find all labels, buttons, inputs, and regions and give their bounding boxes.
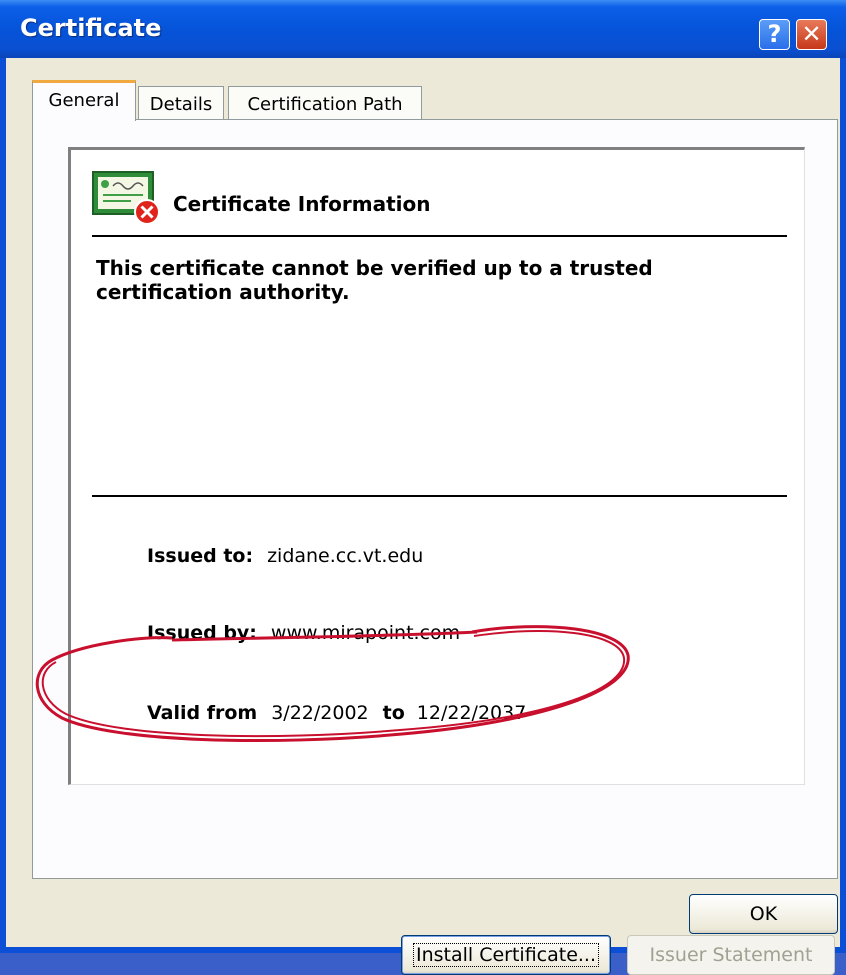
title-bar[interactable]: Certificate ? ✕ [0, 0, 846, 58]
certificate-error-icon [92, 171, 160, 225]
install-certificate-button[interactable]: Install Certificate... [401, 935, 611, 975]
install-certificate-label: Install Certificate... [412, 943, 600, 967]
certificate-information-heading: Certificate Information [173, 192, 431, 216]
certificate-dialog: Certificate ? ✕ General Details Certific… [0, 0, 846, 975]
divider [92, 495, 787, 497]
valid-to-label: to [382, 702, 405, 724]
valid-from-value: 3/22/2002 [271, 702, 369, 724]
valid-from-label: Valid from [147, 702, 258, 724]
valid-to-value: 12/22/2037 [416, 702, 527, 724]
close-button[interactable]: ✕ [796, 19, 827, 50]
issued-by-row: Issued by: www.mirapoint.com [147, 622, 460, 644]
issued-by-value: www.mirapoint.com [270, 622, 461, 644]
ok-button[interactable]: OK [689, 894, 838, 934]
issued-to-row: Issued to: zidane.cc.vt.edu [147, 545, 423, 567]
certificate-info-box: Certificate Information This certificate… [68, 147, 805, 785]
tab-general[interactable]: General [32, 80, 136, 121]
tab-certification-path[interactable]: Certification Path [228, 86, 422, 120]
issued-to-label: Issued to: [147, 545, 254, 567]
issued-by-label: Issued by: [147, 622, 257, 644]
verification-warning: This certificate cannot be verified up t… [96, 256, 653, 304]
issuer-statement-button[interactable]: Issuer Statement [627, 935, 835, 975]
issued-to-value: zidane.cc.vt.edu [267, 545, 424, 567]
window-title: Certificate [20, 14, 162, 42]
divider [92, 235, 787, 237]
tab-details[interactable]: Details [138, 86, 224, 120]
general-tab-panel: Certificate Information This certificate… [32, 119, 838, 975]
help-button[interactable]: ? [759, 19, 790, 50]
validity-row: Valid from 3/22/2002 to 12/22/2037 [147, 702, 526, 724]
